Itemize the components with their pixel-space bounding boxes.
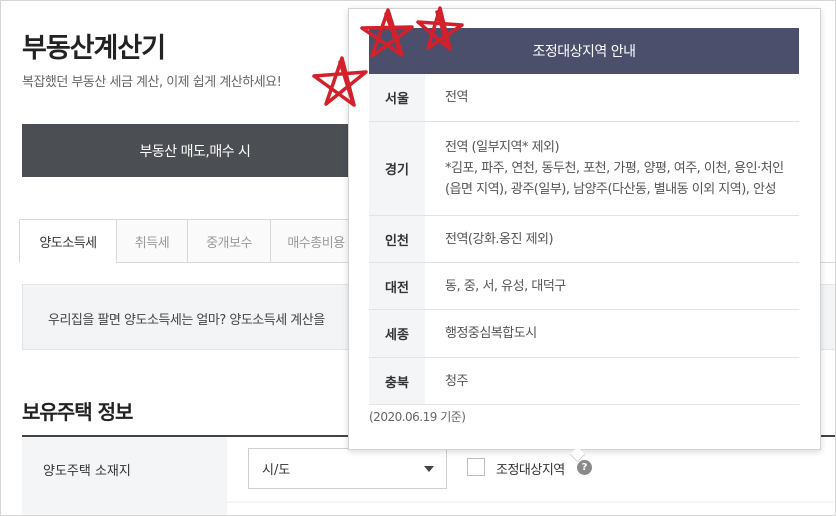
tab-sell-buy-label: 부동산 매도,매수 시 [139,143,251,160]
adjustment-area-label[interactable]: 조정대상지역 [496,459,565,478]
question-circle-icon[interactable]: ? [577,460,592,475]
star-icon [312,56,368,107]
region-select[interactable]: 시/도 [248,448,447,489]
region-area: 동, 중, 서, 유성, 대덕구 [425,263,799,309]
region-area: 전역(강화.옹진 제외) [425,216,799,262]
region-name: 인천 [369,216,425,262]
region-area: 행정중심복합도시 [425,310,799,357]
popup-note: (2020.06.19 기준) [369,410,466,424]
help-icon-glyph: ? [581,462,588,473]
region-name: 경기 [369,122,425,215]
calculator-tabs: 양도소득세 취득세 중개보수 매수총비용 [19,219,362,263]
form-next-row-field [227,503,836,516]
table-row: 대전 동, 중, 서, 유성, 대덕구 [369,263,799,310]
region-name: 세종 [369,310,425,357]
region-area-text: 전역 [445,90,468,105]
table-row: 인천 전역(강화.옹진 제외) [369,216,799,263]
region-select-value: 시/도 [262,463,291,478]
tab-label: 매수총비용 [287,235,345,251]
region-area: 전역 (일부지역* 제외) *김포, 파주, 연천, 동두천, 포천, 가평, … [425,122,799,215]
region-area-detail: *김포, 파주, 연천, 동두천, 포천, 가평, 양평, 여주, 이천, 용인… [445,161,784,197]
tab-capital-gains-tax[interactable]: 양도소득세 [19,219,117,263]
tab-label: 취득세 [134,235,170,251]
tab-label: 양도소득세 [39,235,97,251]
section-title: 보유주택 정보 [22,400,133,424]
region-area-text: 전역(강화.옹진 제외) [445,231,554,247]
tab-sell-buy[interactable]: 부동산 매도,매수 시 [22,124,368,177]
star-annotations [312,6,464,107]
region-area-text: 행정중심복합도시 [445,326,537,341]
region-table: 서울 전역 경기 전역 (일부지역* 제외) *김포, 파주, 연천, 동두천,… [369,74,799,405]
page-title: 부동산계산기 [22,33,166,64]
info-text: 우리집을 팔면 양도소득세는 얼마? 양도소득세 계산을 [48,313,325,328]
table-row: 경기 전역 (일부지역* 제외) *김포, 파주, 연천, 동두천, 포천, 가… [369,122,799,216]
region-area-text: 청주 [445,373,468,389]
adjustment-area-checkbox[interactable] [467,458,485,476]
table-row: 세종 행정중심복합도시 [369,310,799,358]
region-area-text: 전역 (일부지역* 제외) [445,140,560,155]
region-area: 청주 [425,358,799,404]
tab-brokerage-fee[interactable]: 중개보수 [187,219,271,263]
region-name: 충북 [369,358,425,404]
star-icon [416,6,464,51]
star-icon [360,8,414,58]
region-name: 대전 [369,263,425,309]
table-row: 충북 청주 [369,358,799,405]
tab-acquisition-tax[interactable]: 취득세 [116,219,188,263]
caret-down-icon [424,466,434,472]
region-area-text: 동, 중, 서, 유성, 대덕구 [445,278,566,294]
page-subtitle: 복잡했던 부동산 세금 계산, 이제 쉽게 계산하세요! [22,75,282,90]
location-label: 양도주택 소재지 [22,437,227,501]
tab-label: 중개보수 [206,235,252,251]
